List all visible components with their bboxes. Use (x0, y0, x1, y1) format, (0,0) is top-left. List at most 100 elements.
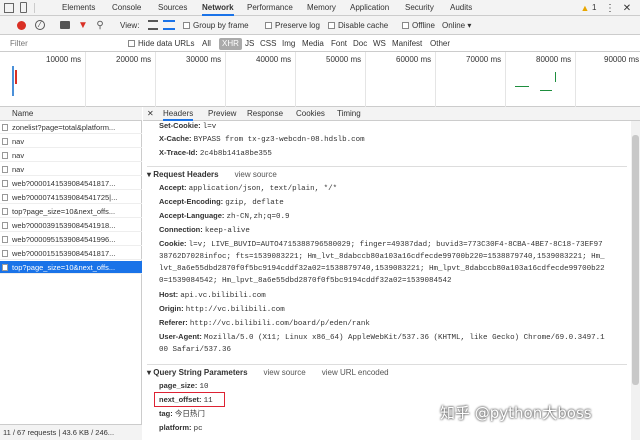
view-source-link[interactable]: view source (235, 170, 277, 179)
type-filter-img[interactable]: Img (282, 39, 295, 49)
tab-application[interactable]: Application (350, 0, 389, 16)
checkbox-box[interactable] (328, 22, 335, 30)
header-key: Host: (159, 290, 179, 299)
record-icon[interactable] (17, 21, 26, 30)
header-value: 2c4b8b141a8be355 (199, 150, 272, 158)
disable-cache-checkbox[interactable]: Disable cache (328, 21, 388, 31)
header-value: l=v (202, 123, 217, 131)
header-value: http://vc.bilibili.com/board/p/eden/rank (189, 320, 370, 328)
hide-data-urls-checkbox[interactable]: Hide data URLs (128, 39, 194, 49)
header-value: lvt_8a6e55dbd2870f0f5bc9194cddf32a02=153… (159, 265, 605, 273)
type-filter-all[interactable]: All (202, 39, 211, 49)
close-details-icon[interactable]: ✕ (147, 107, 154, 121)
type-filter-font[interactable]: Font (331, 39, 347, 49)
detail-tabbar: ✕ Headers Preview Response Cookies Timin… (143, 107, 640, 121)
type-filter-ws[interactable]: WS (373, 39, 386, 49)
device-toolbar-icon[interactable] (20, 2, 27, 13)
section-title: Request Headers (153, 170, 219, 179)
view-source-link[interactable]: view source (264, 368, 306, 377)
checkbox-box[interactable] (402, 22, 409, 30)
clear-icon[interactable]: ⁄ (35, 20, 45, 30)
tab-console[interactable]: Console (112, 0, 141, 16)
tab-sources[interactable]: Sources (158, 0, 187, 16)
timeline-tick (155, 52, 156, 107)
request-row[interactable]: web?0000741539084541725|... (0, 191, 142, 204)
cookie-continuation: 38762D7028infoc; fts=1539083221; Hm_lvt_… (159, 251, 605, 262)
checkbox-box[interactable] (265, 22, 272, 30)
search-icon[interactable]: ⚲ (95, 19, 105, 31)
file-icon (2, 264, 8, 271)
request-row[interactable]: web?0000391539084541918... (0, 219, 142, 232)
tab-preview[interactable]: Preview (208, 107, 236, 121)
file-icon (2, 166, 8, 173)
tab-response[interactable]: Response (247, 107, 283, 121)
request-row[interactable]: zonelist?page=total&platform... (0, 121, 142, 134)
scrollbar-thumb[interactable] (632, 135, 639, 385)
group-by-frame-checkbox[interactable]: Group by frame (183, 21, 249, 31)
request-row[interactable]: nav (0, 149, 142, 162)
preserve-log-checkbox[interactable]: Preserve log (265, 21, 320, 31)
timeline-tick (505, 52, 506, 107)
throttling-select[interactable]: Online ▾ (442, 21, 471, 31)
request-name: nav (12, 137, 25, 146)
type-filter-media[interactable]: Media (302, 39, 324, 49)
more-vert-icon[interactable]: ⋮ (605, 3, 615, 14)
name-column-header[interactable]: Name (0, 107, 142, 121)
tab-audits[interactable]: Audits (450, 0, 472, 16)
warning-icon[interactable]: ▲ (580, 3, 590, 13)
view-url-encoded-link[interactable]: view URL encoded (322, 368, 389, 377)
request-row-selected[interactable]: top?page_size=10&next_offs... (0, 261, 142, 274)
request-row[interactable]: nav (0, 163, 142, 176)
param-key: platform: (159, 423, 192, 432)
tab-memory[interactable]: Memory (307, 0, 336, 16)
request-headers-section[interactable]: ▾ Request Headers view source (147, 166, 627, 180)
request-name: nav (12, 165, 25, 174)
type-filter-js[interactable]: JS (245, 39, 254, 49)
tab-network[interactable]: Network (202, 0, 234, 16)
header-value: Mozilla/5.0 (X11; Linux x86_64) AppleWeb… (204, 334, 605, 342)
param-key: tag: (159, 409, 173, 418)
tab-security[interactable]: Security (405, 0, 434, 16)
hide-data-urls-label: Hide data URLs (138, 39, 195, 48)
tab-headers[interactable]: Headers (163, 107, 194, 121)
tab-performance[interactable]: Performance (247, 0, 293, 16)
user-agent-continuation: 00 Safari/537.36 (159, 344, 231, 355)
checkbox-box[interactable] (128, 40, 135, 48)
tab-timing[interactable]: Timing (337, 107, 361, 121)
timeline-tick (575, 52, 576, 107)
type-filter-doc[interactable]: Doc (353, 39, 367, 49)
request-row[interactable]: web?0000951539084541996... (0, 233, 142, 246)
response-header-row: Set-Cookie: l=v (159, 121, 216, 132)
camera-icon[interactable] (60, 21, 70, 29)
request-row[interactable]: web?0000141539084541817... (0, 177, 142, 190)
type-filter-xhr[interactable]: XHR (219, 38, 242, 50)
tab-elements[interactable]: Elements (62, 0, 95, 16)
request-row[interactable]: web?0000151539084541817... (0, 247, 142, 260)
request-bar (555, 72, 556, 82)
filter-icon[interactable]: ▼ (78, 19, 88, 31)
filter-input[interactable] (10, 37, 120, 49)
waterfall-icon[interactable] (163, 20, 175, 30)
type-filter-css[interactable]: CSS (260, 39, 276, 49)
request-row[interactable]: top?page_size=10&next_offs... (0, 205, 142, 218)
request-header-row: Accept: application/json, text/plain, */… (159, 183, 337, 194)
type-filter-manifest[interactable]: Manifest (392, 39, 422, 49)
header-value: 38762D7028infoc; fts=1539083221; Hm_lvt_… (159, 253, 605, 261)
request-row[interactable]: nav (0, 135, 142, 148)
query-param-row: tag: 今日热门 (159, 409, 205, 420)
request-rows: zonelist?page=total&platform... nav nav … (0, 121, 142, 274)
checkbox-box[interactable] (183, 22, 190, 30)
tab-cookies[interactable]: Cookies (296, 107, 325, 121)
tick-label: 30000 ms (186, 55, 222, 64)
query-string-section[interactable]: ▾ Query String Parameters view source view… (147, 364, 627, 378)
header-key: User-Agent: (159, 332, 202, 341)
inspect-icon[interactable] (4, 3, 14, 13)
offline-checkbox[interactable]: Offline (402, 21, 435, 31)
view-label: View: (120, 21, 140, 30)
close-icon[interactable]: ✕ (622, 3, 632, 14)
timeline-overview[interactable]: 10000 ms 20000 ms 30000 ms 40000 ms 5000… (0, 52, 640, 107)
warning-count[interactable]: 1 (592, 0, 596, 16)
request-name: zonelist?page=total&platform... (12, 123, 116, 132)
type-filter-other[interactable]: Other (430, 39, 450, 49)
large-rows-icon[interactable] (148, 20, 158, 30)
